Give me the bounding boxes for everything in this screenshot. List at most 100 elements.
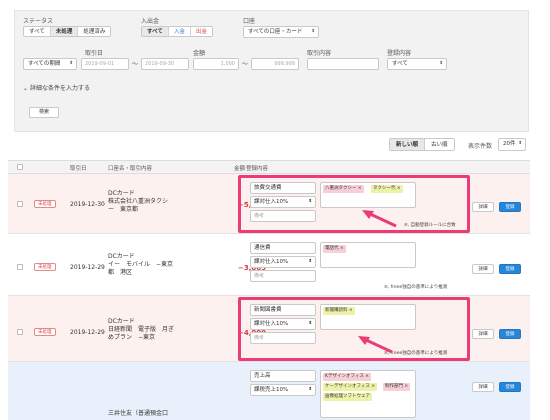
amount-from-input[interactable]: 1,000 <box>193 58 239 70</box>
select-all-checkbox[interactable] <box>17 164 23 170</box>
account-line: 三井住友（普通預金口 <box>108 410 169 417</box>
account-line: めプラン −東京 <box>108 334 156 341</box>
amount-label: 金額 <box>193 50 206 57</box>
more-conditions-label: 詳細な条件を入力する <box>29 85 90 92</box>
status-badge: 未処理 <box>34 200 56 208</box>
select-arrow-icon: ⬍ <box>518 141 522 146</box>
status-option-unprocessed[interactable]: 未処理 <box>50 27 79 36</box>
header-date: 取引日 <box>70 166 87 172</box>
row-account: DCカード イー モバイル −東京 都 港区 <box>108 253 173 277</box>
table-row: 三井住友（普通預金口 売上高 課税売上10% ⬍ Kデザインオフィス × ケーデザ… <box>8 362 530 420</box>
inout-option-expense[interactable]: 出金 <box>191 27 212 36</box>
category-select[interactable]: 売上高 <box>250 370 316 382</box>
select-arrow-icon: ⬍ <box>69 61 73 66</box>
inout-label: 入出金 <box>141 18 160 25</box>
content-label: 取引内容 <box>307 50 332 57</box>
account-line: 都 港区 <box>108 269 133 276</box>
inout-option-income[interactable]: 入金 <box>169 27 191 36</box>
table-row: 未処理 2019-12-29 DCカード イー モバイル −東京 都 港区 −3… <box>8 234 530 296</box>
select-arrow-icon: ⬍ <box>439 61 443 66</box>
content-input[interactable] <box>307 58 379 70</box>
tag-chip[interactable]: 制作部門 × <box>383 383 411 391</box>
register-button[interactable]: 登録 <box>499 264 521 274</box>
category-select[interactable]: 通信費 <box>250 242 316 254</box>
row-checkbox[interactable] <box>17 201 23 207</box>
rule-icon: ≡, <box>384 285 391 290</box>
detail-button[interactable]: 詳細 <box>472 382 494 392</box>
inout-option-all[interactable]: すべて <box>142 27 169 36</box>
select-arrow-icon: ⬍ <box>311 29 315 34</box>
select-arrow-icon: ⬍ <box>308 259 312 264</box>
row-date: 2019-12-29 <box>70 329 105 336</box>
category-value: 通信費 <box>254 245 271 251</box>
detail-button[interactable]: 詳細 <box>472 329 494 339</box>
count-select-value: 20件 <box>503 141 516 147</box>
highlight-box <box>238 175 470 233</box>
detail-button[interactable]: 詳細 <box>472 202 494 212</box>
sort-oldest[interactable]: 古い順 <box>425 139 454 150</box>
tag-input[interactable]: 電話代 × <box>320 242 416 268</box>
inout-segmented: すべて 入金 出金 <box>141 26 213 37</box>
table-header: 取引日 口座名・取引内容 金額 登録内容 <box>8 160 530 174</box>
period-select[interactable]: すべての期間 ⬍ <box>23 58 77 70</box>
row-date: 2019-12-30 <box>70 201 105 208</box>
tax-select[interactable]: 課税売上10% ⬍ <box>250 384 316 396</box>
header-amount: 金額 <box>234 166 246 172</box>
account-line: 株式会社八重洲タクシ <box>108 198 169 205</box>
row-account: DCカード 日経新聞 電子版 月ぎ めプラン −東京 <box>108 318 174 342</box>
tag-input[interactable]: Kデザインオフィス × ケーデザインオフィス × 制作部門 × 画像処理ソフトウ… <box>320 370 416 418</box>
tag-chip[interactable]: ケーデザインオフィス × <box>323 383 378 391</box>
row-checkbox[interactable] <box>17 264 23 270</box>
status-badge: 未処理 <box>34 328 56 336</box>
status-label: ステータス <box>23 18 54 25</box>
register-button[interactable]: 登録 <box>499 382 521 392</box>
detail-button[interactable]: 詳細 <box>472 264 494 274</box>
register-button[interactable]: 登録 <box>499 202 521 212</box>
pointer-arrow-icon <box>358 336 393 354</box>
filter-panel: ステータス すべて 未処理 処理済み 入出金 すべて 入金 出金 口座 すべての… <box>14 10 529 132</box>
status-option-processed[interactable]: 処理済み <box>78 27 110 36</box>
chevron-down-icon: ⌄ <box>23 85 30 92</box>
date-tilde: 〜 <box>132 61 139 68</box>
register-button[interactable]: 登録 <box>499 329 521 339</box>
reg-label: 登録内容 <box>387 50 412 57</box>
account-select-value: すべての口座・カード <box>248 29 303 35</box>
account-label: 口座 <box>243 18 256 25</box>
tag-chip[interactable]: 電話代 × <box>323 245 346 253</box>
account-select[interactable]: すべての口座・カード ⬍ <box>243 26 319 38</box>
status-option-all[interactable]: すべて <box>24 27 51 36</box>
header-registration: 登録内容 <box>246 166 269 172</box>
status-badge: 未処理 <box>34 263 56 271</box>
date-to-input[interactable]: 2019-09-30 <box>141 58 189 70</box>
search-button[interactable]: 検索 <box>29 107 59 118</box>
tag-chip[interactable]: Kデザインオフィス × <box>323 373 372 381</box>
row-account: DCカード 株式会社八重洲タクシ ー 東京都 <box>108 190 168 214</box>
count-select[interactable]: 20件 ⬍ <box>498 138 526 151</box>
more-conditions-link[interactable]: ⌄ 詳細な条件を入力する <box>23 83 90 92</box>
account-line: DCカード <box>108 190 135 197</box>
period-select-value: すべての期間 <box>28 61 61 67</box>
sort-newest[interactable]: 新しい順 <box>390 139 426 150</box>
sort-segmented: 新しい順 古い順 <box>389 138 455 151</box>
tax-value: 課税売上10% <box>254 387 289 393</box>
account-line: DCカード <box>108 318 135 325</box>
tax-value: 課対仕入10% <box>254 259 289 265</box>
tag-chip[interactable]: 画像処理ソフトウェア <box>323 393 372 401</box>
row-checkbox[interactable] <box>17 329 23 335</box>
highlight-box <box>238 297 470 361</box>
row-account: 三井住友（普通預金口 <box>108 410 168 418</box>
category-value: 売上高 <box>254 373 271 379</box>
date-from-input[interactable]: 2019-09-01 <box>81 58 129 70</box>
reg-select[interactable]: すべて ⬍ <box>387 58 447 70</box>
tax-select[interactable]: 課対仕入10% ⬍ <box>250 256 316 268</box>
memo-input[interactable]: 備考 <box>250 270 316 282</box>
account-line: 日経新聞 電子版 月ぎ <box>108 326 175 333</box>
status-segmented: すべて 未処理 処理済み <box>23 26 112 37</box>
account-line: DCカード <box>108 253 135 260</box>
account-line: イー モバイル −東京 <box>108 261 174 268</box>
amount-to-input[interactable]: 999,999 <box>251 58 299 70</box>
account-line: ー 東京都 <box>108 206 139 213</box>
select-arrow-icon: ⬍ <box>308 387 312 392</box>
guess-note: ≡, freee独自の基準により推測 <box>384 284 447 290</box>
row-date: 2019-12-29 <box>70 264 105 271</box>
